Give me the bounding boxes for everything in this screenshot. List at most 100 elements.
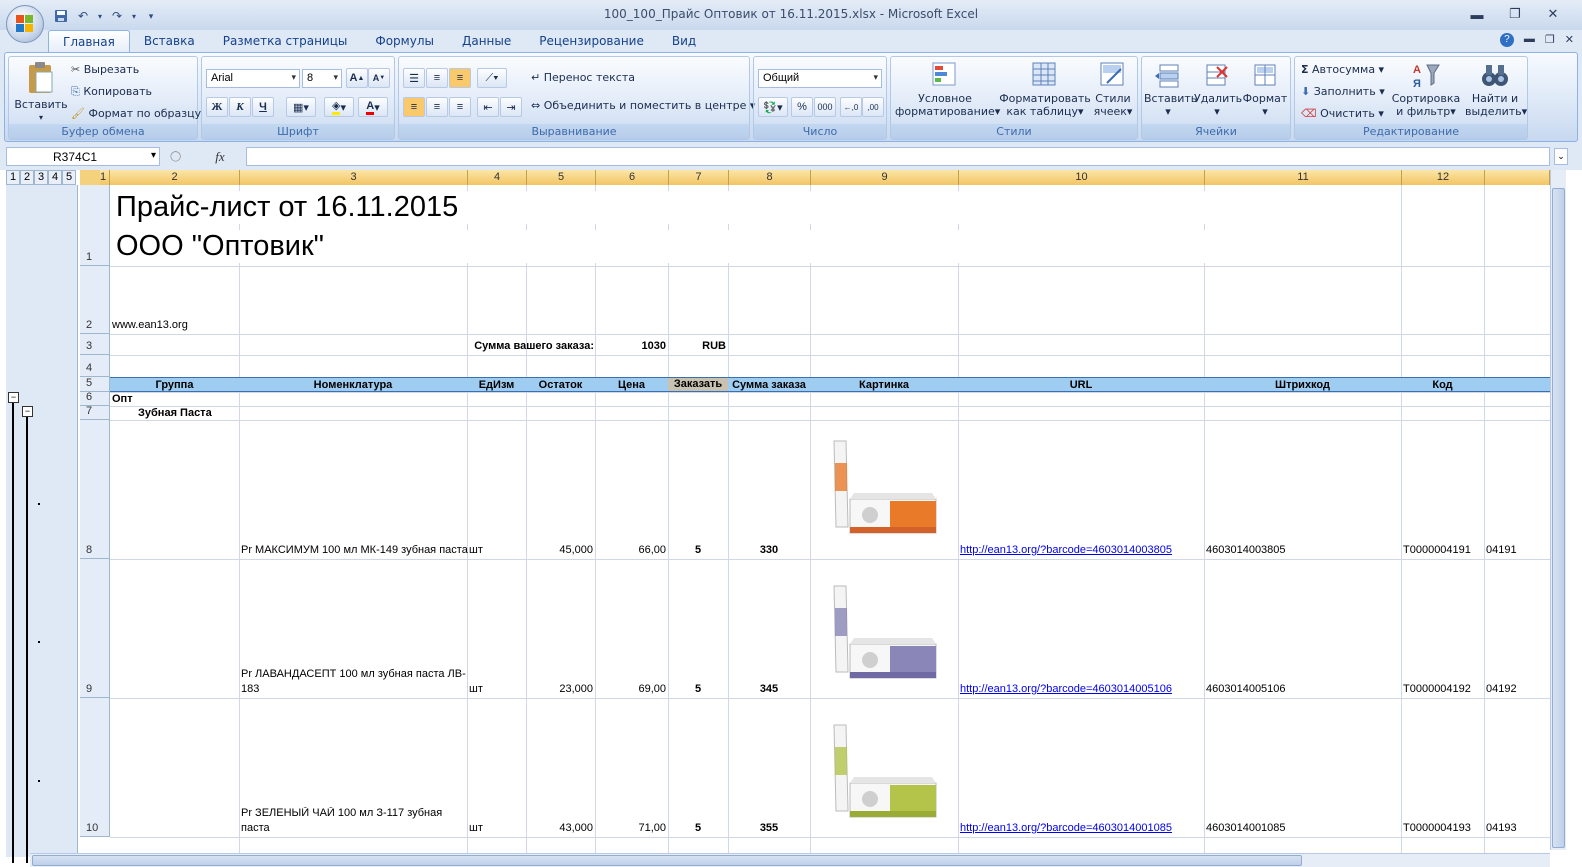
decrease-decimal-button[interactable]: ,00	[862, 97, 884, 117]
product-url-link[interactable]: http://ean13.org/?barcode=4603014005106	[960, 683, 1172, 695]
paste-button[interactable]: Вставить ▾	[13, 61, 69, 124]
font-color-button[interactable]: A ▾	[358, 97, 388, 117]
align-top-button[interactable]: ☰	[403, 68, 425, 88]
cell-grid[interactable]: Прайс-лист от 16.11.2015 ООО "Оптовик" w…	[110, 185, 1550, 857]
row-header[interactable]: 10	[80, 698, 110, 837]
column-header[interactable]: 9	[811, 170, 959, 185]
font-name-select[interactable]: Arial	[206, 69, 300, 88]
customize-qat-icon[interactable]: ▾	[142, 7, 160, 25]
product-image-toothpaste-orange[interactable]	[826, 435, 938, 545]
format-as-table-button[interactable]: Форматировать как таблицу▾	[999, 61, 1091, 118]
tab-review[interactable]: Рецензирование	[525, 30, 658, 52]
column-header[interactable]: 1	[100, 170, 110, 185]
increase-indent-button[interactable]: ⇥	[500, 97, 522, 117]
currency-format-button[interactable]: 💱 ▾	[758, 97, 788, 117]
conditional-formatting-button[interactable]: Условное форматирование▾	[895, 61, 1000, 118]
outline-level-5-button[interactable]: 5	[62, 170, 76, 185]
product-url-link[interactable]: http://ean13.org/?barcode=4603014001085	[960, 822, 1172, 834]
collapse-group-button[interactable]: −	[8, 392, 19, 403]
grow-font-button[interactable]: A ▲	[346, 68, 368, 88]
borders-button[interactable]: ▦▾	[286, 97, 316, 117]
underline-button[interactable]: Ч	[252, 97, 274, 117]
row-header[interactable]: 2	[80, 266, 110, 334]
office-button[interactable]	[6, 5, 44, 43]
percent-button[interactable]: %	[791, 97, 813, 117]
column-header[interactable]: 3	[240, 170, 468, 185]
horizontal-scroll-thumb[interactable]	[32, 855, 1302, 866]
align-left-button[interactable]: ≡	[403, 97, 425, 117]
outline-level-4-button[interactable]: 4	[48, 170, 62, 185]
column-header[interactable]: 6	[596, 170, 669, 185]
help-icon[interactable]: ?	[1499, 33, 1514, 47]
product-order-qty[interactable]: 5	[668, 544, 728, 556]
orientation-button[interactable]: ⟋▾	[477, 68, 507, 88]
cut-button[interactable]: ✂ Вырезать	[71, 63, 139, 76]
row-header[interactable]: 7	[80, 405, 110, 420]
fill-button[interactable]: ⬇ Заполнить ▾	[1301, 85, 1385, 98]
product-order-qty[interactable]: 5	[668, 822, 728, 834]
row-header[interactable]: 1	[80, 185, 110, 266]
redo-icon[interactable]: ↷	[108, 7, 126, 25]
close-button[interactable]: ✕	[1534, 4, 1572, 24]
redo-dropdown-icon[interactable]: ▾	[130, 7, 138, 25]
vertical-scrollbar[interactable]	[1550, 170, 1566, 850]
increase-decimal-button[interactable]: ←,0	[840, 97, 862, 117]
format-painter-button[interactable]: 🖌 Формат по образцу	[71, 107, 201, 120]
format-cells-button[interactable]: Формат ▾	[1242, 61, 1288, 118]
undo-icon[interactable]: ↶	[74, 7, 92, 25]
tab-view[interactable]: Вид	[658, 30, 710, 52]
undo-dropdown-icon[interactable]: ▾	[96, 7, 104, 25]
tab-formulas[interactable]: Формулы	[361, 30, 448, 52]
save-icon[interactable]	[52, 7, 70, 25]
workbook-minimize-button[interactable]: ▬	[1524, 33, 1535, 47]
row-header[interactable]: 4	[80, 355, 110, 377]
delete-cells-button[interactable]: Удалить ▾	[1194, 61, 1242, 118]
formula-input[interactable]	[246, 147, 1550, 166]
align-bottom-button[interactable]: ≡	[449, 68, 471, 88]
tab-page-layout[interactable]: Разметка страницы	[209, 30, 362, 52]
collapse-subgroup-button[interactable]: −	[22, 406, 33, 417]
column-header[interactable]: 12	[1402, 170, 1485, 185]
italic-button[interactable]: К	[229, 97, 251, 117]
align-center-button[interactable]: ≡	[426, 97, 448, 117]
row-header[interactable]: 9	[80, 559, 110, 698]
expand-formula-bar-button[interactable]: ⌄	[1554, 148, 1568, 165]
align-middle-button[interactable]: ≡	[426, 68, 448, 88]
row-header[interactable]: 3	[80, 334, 110, 355]
decrease-indent-button[interactable]: ⇤	[477, 97, 499, 117]
outline-level-2-button[interactable]: 2	[20, 170, 34, 185]
column-header[interactable]: 8	[729, 170, 811, 185]
row-header[interactable]: 5	[80, 377, 110, 392]
column-header[interactable]: 5	[527, 170, 596, 185]
font-size-select[interactable]: 8	[302, 69, 342, 88]
column-header[interactable]: 10	[959, 170, 1205, 185]
product-url-link[interactable]: http://ean13.org/?barcode=4603014003805	[960, 544, 1172, 556]
vertical-scroll-thumb[interactable]	[1552, 188, 1565, 848]
thousands-button[interactable]: 000	[814, 97, 836, 117]
number-format-select[interactable]: Общий	[758, 69, 882, 88]
align-right-button[interactable]: ≡	[449, 97, 471, 117]
workbook-close-button[interactable]: ✕	[1565, 33, 1574, 47]
row-header[interactable]: 8	[80, 420, 110, 559]
bold-button[interactable]: Ж	[206, 97, 228, 117]
column-header[interactable]: 7	[669, 170, 729, 185]
column-header[interactable]: 4	[468, 170, 527, 185]
maximize-button[interactable]: ❐	[1496, 4, 1534, 24]
copy-button[interactable]: ⎘ Копировать	[71, 85, 152, 99]
workbook-restore-button[interactable]: ❐	[1545, 33, 1555, 47]
column-header[interactable]: 2	[110, 170, 240, 185]
shrink-font-button[interactable]: A ▼	[368, 68, 390, 88]
horizontal-scrollbar[interactable]	[30, 853, 1550, 867]
fill-color-button[interactable]: ◈ ▾	[324, 97, 354, 117]
insert-cells-button[interactable]: Вставить ▾	[1144, 61, 1197, 118]
clear-button[interactable]: ⌫ Очистить ▾	[1301, 107, 1384, 120]
cell-styles-button[interactable]: Стили ячеек▾	[1091, 61, 1135, 118]
product-image-toothpaste-green-tea[interactable]	[826, 719, 938, 829]
autosum-button[interactable]: Σ Автосумма ▾	[1301, 63, 1384, 76]
formula-bar-handle-icon[interactable]: ◯	[170, 151, 181, 162]
merge-center-button[interactable]: ⇔ Объединить и поместить в центре ▾	[531, 99, 755, 112]
name-box[interactable]: R374C1	[6, 147, 160, 166]
tab-insert[interactable]: Вставка	[130, 30, 209, 52]
find-select-button[interactable]: Найти и выделить▾	[1465, 61, 1527, 118]
sort-filter-button[interactable]: АЯ Сортировка и фильтр▾	[1389, 61, 1463, 118]
